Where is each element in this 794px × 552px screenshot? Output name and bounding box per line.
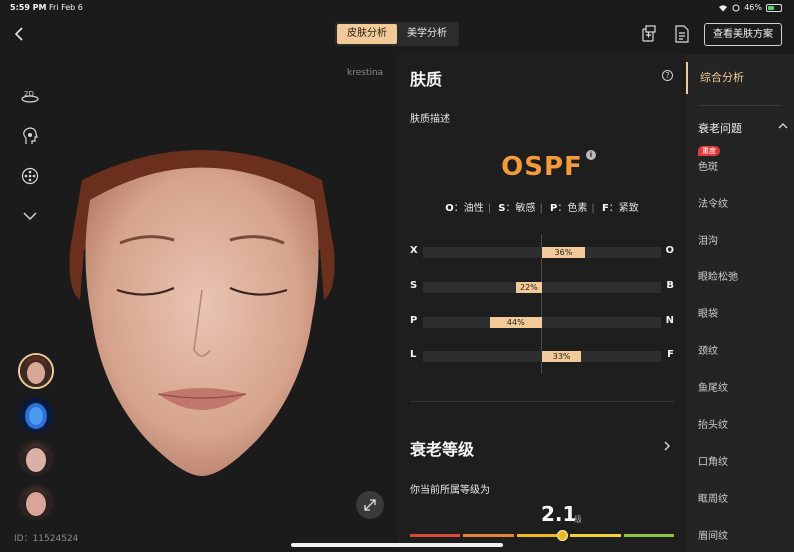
sidebar-item-tear-trough[interactable]: 泪沟 [698, 232, 718, 247]
sidebar-item-spots[interactable]: 色斑 [698, 158, 718, 173]
axis-left-label: X [410, 245, 418, 256]
help-icon[interactable]: ? [662, 70, 673, 81]
aging-level-title: 衰老等级 [410, 440, 475, 459]
wifi-icon [719, 4, 728, 11]
face-natural-image [20, 355, 52, 387]
battery-icon [766, 3, 782, 12]
sidebar-item-forehead-lines[interactable]: 抬头纹 [698, 416, 728, 431]
sidebar-item-summary[interactable]: 综合分析 [686, 62, 794, 94]
face-thumbnail-redness[interactable] [18, 484, 54, 520]
status-bar: 5:59 PM Fri Feb 6 46% [0, 0, 794, 16]
status-right: 46% [718, 3, 782, 12]
axis-fill: 44% [489, 317, 542, 328]
skin-quality-panel: 肤质 ? 肤质描述 OSPF i O：油性 | S：敏感 | P：色素 | F：紧致 … [398, 54, 686, 552]
sidebar-item-nasolabial[interactable]: 法令纹 [698, 195, 728, 210]
tab-skin-analysis[interactable]: 皮肤分析 [337, 24, 397, 44]
legend-text: 油性 [463, 203, 484, 214]
status-date: Fri Feb 6 [49, 3, 83, 12]
legend-text: 敏感 [515, 203, 536, 214]
aging-level-value: 2.1 [541, 502, 577, 526]
section-divider [410, 401, 674, 402]
sidebar-divider [698, 105, 782, 106]
axis-fill: 36% [542, 247, 585, 258]
chevron-up-icon[interactable] [778, 122, 788, 130]
axis-left-label: L [410, 349, 417, 360]
sidebar-item-eyelid[interactable]: 眼睑松弛 [698, 268, 738, 283]
analysis-sidebar: 综合分析 衰老问题 重度 色斑 法令纹 泪沟 眼睑松弛 眼袋 颈纹 鱼尾纹 抬头… [686, 54, 794, 552]
aging-level-scale [410, 534, 675, 538]
axis-track: 22% [423, 282, 661, 293]
view-skincare-plan-button[interactable]: 查看美肤方案 [704, 23, 782, 46]
face-3d-model[interactable] [62, 140, 342, 480]
severity-badge: 重度 [698, 146, 720, 156]
sidebar-item-eye-bags[interactable]: 眼袋 [698, 305, 718, 320]
axis-fill: 33% [542, 351, 582, 362]
tab-aesthetic-analysis[interactable]: 美学分析 [397, 24, 457, 44]
sidebar-item-mouth-corner[interactable]: 口角纹 [698, 453, 728, 468]
skin-quality-title: 肤质 [410, 70, 443, 89]
face-redness-image [18, 484, 54, 520]
report-icon[interactable] [673, 24, 691, 44]
watermark: krestina [347, 68, 384, 78]
axis-left-label: S [410, 280, 418, 291]
view-2d-toggle[interactable]: 2D [20, 86, 40, 106]
scale-segment [623, 534, 675, 537]
axis-track: 33% [423, 351, 661, 362]
head-rotate-icon[interactable] [20, 126, 40, 146]
legend-key: O [445, 203, 454, 214]
axis-fill: 22% [515, 282, 542, 293]
expand-icon [364, 499, 376, 511]
axis-row-pn: P 44% N [410, 315, 674, 329]
chevron-down-icon[interactable] [20, 206, 40, 226]
aging-level-marker[interactable] [557, 530, 568, 541]
scale-segment [570, 534, 621, 537]
compare-icon[interactable] [640, 24, 658, 44]
lock-rotation-icon [732, 4, 740, 11]
axis-row-lf: L 33% F [410, 349, 674, 363]
battery-percent: 46% [744, 3, 762, 12]
axis-right-label: F [667, 349, 674, 360]
chevron-right-icon[interactable] [662, 440, 672, 452]
legend-text: 紧致 [618, 203, 639, 214]
sidebar-item-crows-feet[interactable]: 鱼尾纹 [698, 379, 728, 394]
axis-row-xo: X 36% O [410, 245, 674, 259]
skin-description-label: 肤质描述 [410, 114, 450, 125]
skin-type-code: OSPF [501, 152, 583, 182]
sidebar-item-periorbital[interactable]: 眶周纹 [698, 490, 728, 505]
skin-type-legend: O：油性 | S：敏感 | P：色素 | F：紧致 [445, 203, 639, 214]
face-thumbnail-natural[interactable] [18, 353, 54, 389]
analysis-tabs: 皮肤分析 美学分析 [335, 22, 459, 46]
face-thumbnail-spots[interactable] [18, 440, 54, 476]
aging-level-label: 你当前所属等级为 [410, 485, 490, 496]
axis-row-sb: S 22% B [410, 280, 674, 294]
2d-label: 2D [24, 90, 34, 98]
legend-key: F [601, 203, 609, 214]
face-mesh-image [18, 397, 54, 433]
expand-button[interactable] [356, 491, 384, 519]
info-icon[interactable]: i [586, 150, 596, 160]
axis-right-label: O [665, 245, 674, 256]
sidebar-item-neck-lines[interactable]: 颈纹 [698, 342, 718, 357]
texture-filter-icon[interactable] [20, 166, 40, 186]
back-arrow-icon[interactable] [10, 24, 30, 44]
axis-right-label: N [665, 315, 674, 326]
sidebar-group-aging[interactable]: 衰老问题 [698, 120, 742, 136]
axis-right-label: B [666, 280, 674, 291]
face-thumbnail-3d-mesh[interactable] [18, 397, 54, 433]
scale-segment [410, 534, 461, 537]
2d-icon: 2D [21, 90, 39, 103]
axis-track: 44% [423, 317, 661, 328]
home-indicator[interactable] [291, 543, 503, 547]
status-time: 5:59 PM [10, 3, 47, 12]
axis-track: 36% [423, 247, 661, 258]
axis-left-label: P [410, 315, 418, 326]
sidebar-item-glabellar[interactable]: 眉间纹 [698, 527, 728, 542]
legend-text: 色素 [567, 203, 588, 214]
face-spots-image [18, 440, 54, 476]
user-id: ID：11524524 [14, 534, 79, 544]
aging-level-unit: 级 [574, 515, 582, 524]
scale-segment [463, 534, 514, 537]
